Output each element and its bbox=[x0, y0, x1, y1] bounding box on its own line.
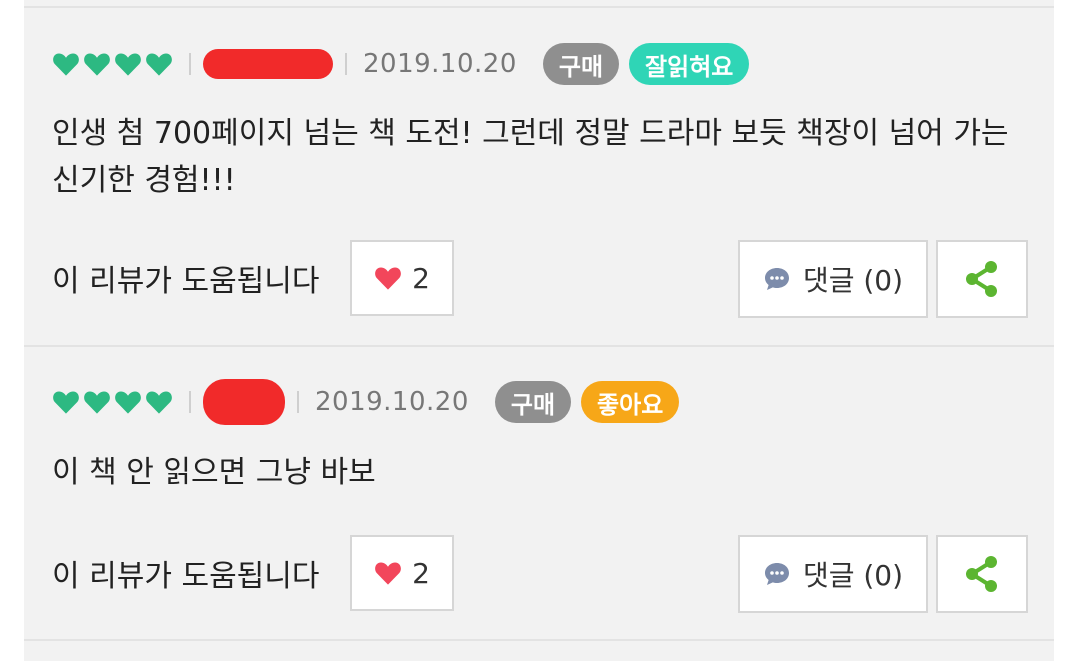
heart-rating-icon bbox=[53, 53, 79, 76]
heart-rating-icon bbox=[115, 391, 141, 414]
heart-rating-icon bbox=[115, 53, 141, 76]
share-icon bbox=[966, 556, 997, 592]
rating-hearts bbox=[52, 389, 173, 415]
review-meta: 2019.10.20 구매 잘읽혀요 bbox=[52, 43, 750, 85]
review-date: 2019.10.20 bbox=[315, 387, 469, 417]
purchase-badge: 구매 bbox=[494, 381, 572, 423]
comment-icon bbox=[764, 268, 789, 290]
heart-rating-icon bbox=[146, 391, 172, 414]
rating-badge: 잘읽혀요 bbox=[629, 43, 750, 85]
review-text: 이 책 안 읽으면 그냥 바보 bbox=[52, 455, 376, 490]
divider bbox=[24, 639, 1054, 641]
redacted-username bbox=[203, 49, 333, 79]
review-item: 2019.10.20 구매 잘읽혀요 인생 첨 700페이지 넘는 책 도전! … bbox=[24, 8, 1054, 354]
purchase-badge: 구매 bbox=[542, 43, 620, 85]
comment-label: 댓글 (0) bbox=[802, 559, 904, 592]
heart-rating-icon bbox=[53, 391, 79, 414]
share-button[interactable] bbox=[936, 240, 1028, 318]
meta-separator bbox=[297, 391, 299, 413]
meta-separator bbox=[189, 53, 191, 75]
heart-rating-icon bbox=[84, 53, 110, 76]
like-heart-icon bbox=[375, 562, 401, 585]
helpful-label: 이 리뷰가 도움됩니다 bbox=[52, 559, 320, 594]
comment-button[interactable]: 댓글 (0) bbox=[738, 535, 928, 613]
helpful-label: 이 리뷰가 도움됩니다 bbox=[52, 264, 320, 299]
meta-separator bbox=[345, 53, 347, 75]
like-button[interactable]: 2 bbox=[350, 240, 454, 316]
like-count: 2 bbox=[412, 556, 430, 590]
rating-badge: 좋아요 bbox=[581, 381, 680, 423]
comment-icon bbox=[764, 563, 789, 585]
review-text: 인생 첨 700페이지 넘는 책 도전! 그런데 정말 드라마 보듯 책장이 넘… bbox=[52, 116, 1009, 198]
comment-button[interactable]: 댓글 (0) bbox=[738, 240, 928, 318]
redacted-username bbox=[203, 379, 285, 425]
review-item: 2019.10.20 구매 좋아요 이 책 안 읽으면 그냥 바보 이 리뷰가 … bbox=[24, 347, 1054, 639]
share-button[interactable] bbox=[936, 535, 1028, 613]
share-icon bbox=[966, 261, 997, 297]
like-count: 2 bbox=[412, 261, 430, 295]
heart-rating-icon bbox=[84, 391, 110, 414]
comment-label: 댓글 (0) bbox=[802, 264, 904, 297]
review-meta: 2019.10.20 구매 좋아요 bbox=[52, 379, 680, 425]
reviews-panel: 2019.10.20 구매 잘읽혀요 인생 첨 700페이지 넘는 책 도전! … bbox=[24, 0, 1054, 661]
meta-separator bbox=[189, 391, 191, 413]
review-date: 2019.10.20 bbox=[363, 49, 517, 79]
like-heart-icon bbox=[375, 267, 401, 290]
rating-hearts bbox=[52, 51, 173, 77]
like-button[interactable]: 2 bbox=[350, 535, 454, 611]
heart-rating-icon bbox=[146, 53, 172, 76]
